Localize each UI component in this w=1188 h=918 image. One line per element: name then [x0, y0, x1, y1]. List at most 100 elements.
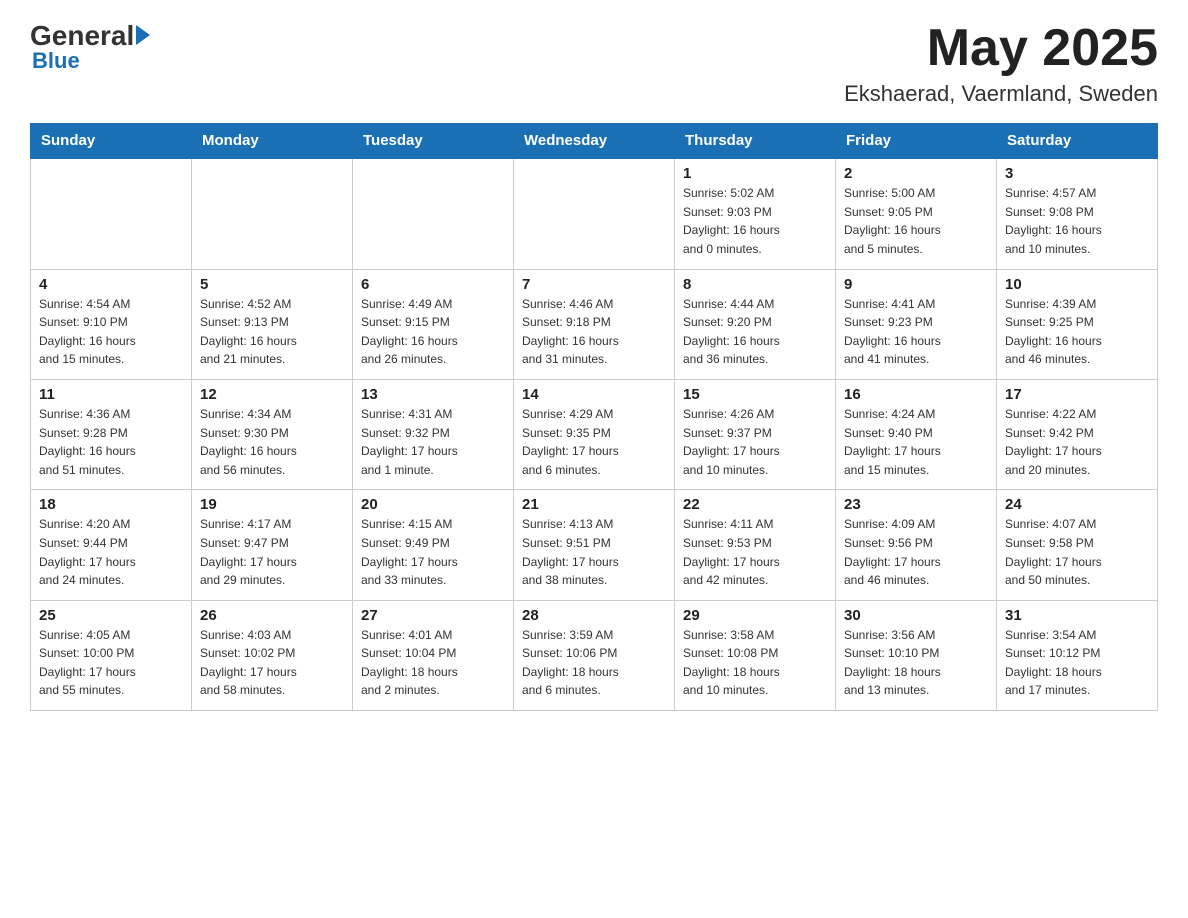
day-info: Sunrise: 5:02 AMSunset: 9:03 PMDaylight:… [683, 184, 827, 258]
day-number: 7 [522, 276, 666, 293]
weekday-header-sunday: Sunday [31, 124, 192, 159]
day-info: Sunrise: 4:49 AMSunset: 9:15 PMDaylight:… [361, 295, 505, 369]
day-info: Sunrise: 4:09 AMSunset: 9:56 PMDaylight:… [844, 515, 988, 589]
day-info: Sunrise: 3:59 AMSunset: 10:06 PMDaylight… [522, 626, 666, 700]
day-number: 12 [200, 386, 344, 403]
day-number: 20 [361, 496, 505, 513]
day-info: Sunrise: 4:34 AMSunset: 9:30 PMDaylight:… [200, 405, 344, 479]
day-number: 30 [844, 607, 988, 624]
day-number: 9 [844, 276, 988, 293]
calendar-cell: 10 Sunrise: 4:39 AMSunset: 9:25 PMDayligh… [997, 269, 1158, 379]
calendar-cell: 25 Sunrise: 4:05 AMSunset: 10:00 PMDaylig… [31, 600, 192, 710]
calendar-cell: 18 Sunrise: 4:20 AMSunset: 9:44 PMDayligh… [31, 490, 192, 600]
page-header: General Blue May 2025 Ekshaerad, Vaermla… [30, 20, 1158, 107]
day-number: 1 [683, 165, 827, 182]
weekday-header-thursday: Thursday [675, 124, 836, 159]
day-info: Sunrise: 4:13 AMSunset: 9:51 PMDaylight:… [522, 515, 666, 589]
day-number: 23 [844, 496, 988, 513]
day-info: Sunrise: 4:46 AMSunset: 9:18 PMDaylight:… [522, 295, 666, 369]
calendar-cell: 31Sunrise: 3:54 AMSunset: 10:12 PMDaylig… [997, 600, 1158, 710]
day-number: 21 [522, 496, 666, 513]
day-info: Sunrise: 4:41 AMSunset: 9:23 PMDaylight:… [844, 295, 988, 369]
logo-arrow-icon [136, 25, 150, 45]
calendar-cell: 30 Sunrise: 3:56 AMSunset: 10:10 PMDaylig… [836, 600, 997, 710]
weekday-header-friday: Friday [836, 124, 997, 159]
day-number: 17 [1005, 386, 1149, 403]
day-number: 29 [683, 607, 827, 624]
calendar-week-row: 1 Sunrise: 5:02 AMSunset: 9:03 PMDaylight… [31, 158, 1158, 269]
day-info: Sunrise: 4:11 AMSunset: 9:53 PMDaylight:… [683, 515, 827, 589]
day-number: 19 [200, 496, 344, 513]
day-info: Sunrise: 4:54 AMSunset: 9:10 PMDaylight:… [39, 295, 183, 369]
calendar-cell: 13 Sunrise: 4:31 AMSunset: 9:32 PMDayligh… [353, 379, 514, 489]
calendar-cell: 3 Sunrise: 4:57 AMSunset: 9:08 PMDaylight… [997, 158, 1158, 269]
day-number: 24 [1005, 496, 1149, 513]
day-info: Sunrise: 4:15 AMSunset: 9:49 PMDaylight:… [361, 515, 505, 589]
calendar-cell: 14 Sunrise: 4:29 AMSunset: 9:35 PMDayligh… [514, 379, 675, 489]
day-number: 25 [39, 607, 183, 624]
calendar-cell: 1 Sunrise: 5:02 AMSunset: 9:03 PMDaylight… [675, 158, 836, 269]
day-number: 13 [361, 386, 505, 403]
calendar-cell [192, 158, 353, 269]
calendar-cell: 26 Sunrise: 4:03 AMSunset: 10:02 PMDaylig… [192, 600, 353, 710]
calendar-cell: 19 Sunrise: 4:17 AMSunset: 9:47 PMDayligh… [192, 490, 353, 600]
calendar-cell [353, 158, 514, 269]
day-info: Sunrise: 4:07 AMSunset: 9:58 PMDaylight:… [1005, 515, 1149, 589]
calendar-cell: 15 Sunrise: 4:26 AMSunset: 9:37 PMDayligh… [675, 379, 836, 489]
day-info: Sunrise: 4:31 AMSunset: 9:32 PMDaylight:… [361, 405, 505, 479]
calendar-cell [31, 158, 192, 269]
day-info: Sunrise: 4:17 AMSunset: 9:47 PMDaylight:… [200, 515, 344, 589]
day-number: 15 [683, 386, 827, 403]
day-info: Sunrise: 5:00 AMSunset: 9:05 PMDaylight:… [844, 184, 988, 258]
day-info: Sunrise: 4:52 AMSunset: 9:13 PMDaylight:… [200, 295, 344, 369]
day-number: 26 [200, 607, 344, 624]
weekday-header-wednesday: Wednesday [514, 124, 675, 159]
calendar-cell: 22 Sunrise: 4:11 AMSunset: 9:53 PMDayligh… [675, 490, 836, 600]
day-number: 14 [522, 386, 666, 403]
calendar-cell: 2 Sunrise: 5:00 AMSunset: 9:05 PMDaylight… [836, 158, 997, 269]
day-info: Sunrise: 4:01 AMSunset: 10:04 PMDaylight… [361, 626, 505, 700]
day-number: 16 [844, 386, 988, 403]
day-number: 11 [39, 386, 183, 403]
day-info: Sunrise: 4:57 AMSunset: 9:08 PMDaylight:… [1005, 184, 1149, 258]
day-number: 18 [39, 496, 183, 513]
day-number: 31 [1005, 607, 1149, 624]
calendar-week-row: 4Sunrise: 4:54 AMSunset: 9:10 PMDaylight… [31, 269, 1158, 379]
calendar-cell: 9 Sunrise: 4:41 AMSunset: 9:23 PMDaylight… [836, 269, 997, 379]
calendar-cell: 28Sunrise: 3:59 AMSunset: 10:06 PMDaylig… [514, 600, 675, 710]
weekday-header-saturday: Saturday [997, 124, 1158, 159]
day-number: 5 [200, 276, 344, 293]
day-number: 8 [683, 276, 827, 293]
day-number: 27 [361, 607, 505, 624]
day-info: Sunrise: 4:36 AMSunset: 9:28 PMDaylight:… [39, 405, 183, 479]
day-info: Sunrise: 4:29 AMSunset: 9:35 PMDaylight:… [522, 405, 666, 479]
day-number: 2 [844, 165, 988, 182]
day-info: Sunrise: 4:05 AMSunset: 10:00 PMDaylight… [39, 626, 183, 700]
calendar-cell: 21 Sunrise: 4:13 AMSunset: 9:51 PMDayligh… [514, 490, 675, 600]
calendar-cell: 16 Sunrise: 4:24 AMSunset: 9:40 PMDayligh… [836, 379, 997, 489]
day-info: Sunrise: 4:03 AMSunset: 10:02 PMDaylight… [200, 626, 344, 700]
calendar-cell: 29 Sunrise: 3:58 AMSunset: 10:08 PMDaylig… [675, 600, 836, 710]
calendar-cell [514, 158, 675, 269]
calendar-cell: 17Sunrise: 4:22 AMSunset: 9:42 PMDayligh… [997, 379, 1158, 489]
day-info: Sunrise: 4:44 AMSunset: 9:20 PMDaylight:… [683, 295, 827, 369]
month-year: May 2025 [844, 20, 1158, 77]
calendar-header-row: SundayMondayTuesdayWednesdayThursdayFrid… [31, 124, 1158, 159]
calendar-cell: 8 Sunrise: 4:44 AMSunset: 9:20 PMDaylight… [675, 269, 836, 379]
day-info: Sunrise: 4:39 AMSunset: 9:25 PMDaylight:… [1005, 295, 1149, 369]
day-info: Sunrise: 4:26 AMSunset: 9:37 PMDaylight:… [683, 405, 827, 479]
calendar-cell: 7 Sunrise: 4:46 AMSunset: 9:18 PMDaylight… [514, 269, 675, 379]
day-number: 22 [683, 496, 827, 513]
day-number: 3 [1005, 165, 1149, 182]
day-info: Sunrise: 3:58 AMSunset: 10:08 PMDaylight… [683, 626, 827, 700]
calendar-cell: 5 Sunrise: 4:52 AMSunset: 9:13 PMDaylight… [192, 269, 353, 379]
calendar-cell: 20 Sunrise: 4:15 AMSunset: 9:49 PMDayligh… [353, 490, 514, 600]
calendar-cell: 4Sunrise: 4:54 AMSunset: 9:10 PMDaylight… [31, 269, 192, 379]
day-info: Sunrise: 4:24 AMSunset: 9:40 PMDaylight:… [844, 405, 988, 479]
location: Ekshaerad, Vaermland, Sweden [844, 81, 1158, 107]
day-number: 10 [1005, 276, 1149, 293]
calendar-week-row: 11 Sunrise: 4:36 AMSunset: 9:28 PMDayligh… [31, 379, 1158, 489]
calendar-week-row: 18 Sunrise: 4:20 AMSunset: 9:44 PMDayligh… [31, 490, 1158, 600]
day-info: Sunrise: 3:56 AMSunset: 10:10 PMDaylight… [844, 626, 988, 700]
day-info: Sunrise: 4:20 AMSunset: 9:44 PMDaylight:… [39, 515, 183, 589]
